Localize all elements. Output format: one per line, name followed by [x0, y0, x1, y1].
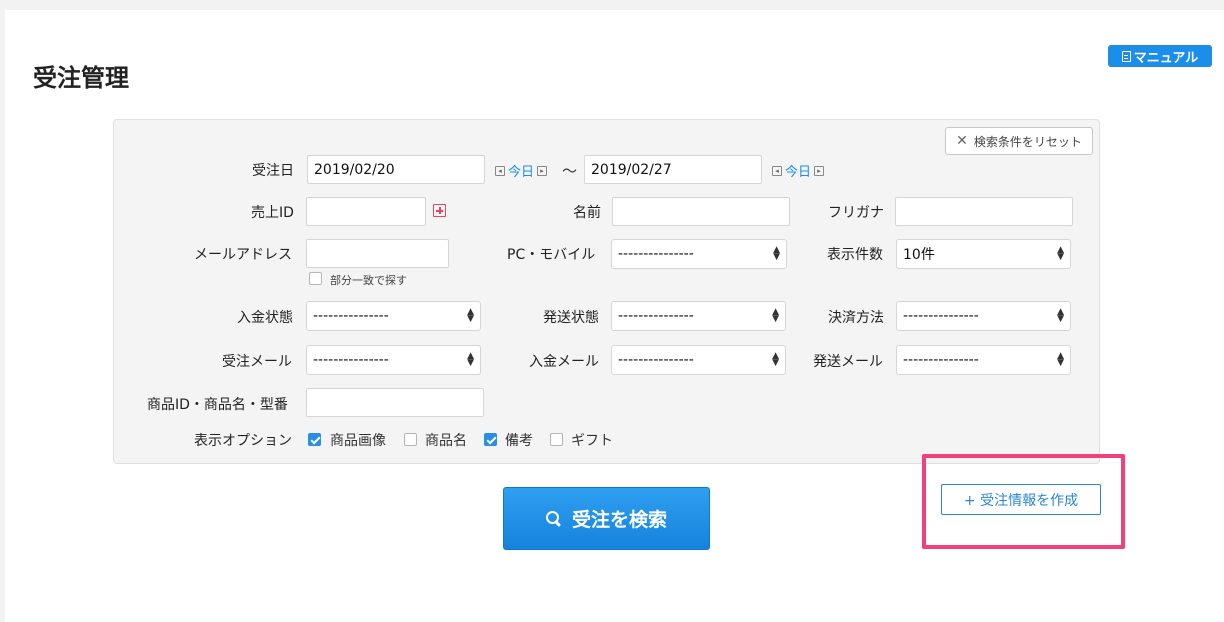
email-label: メールアドレス [194, 247, 292, 263]
search-panel: ✕ 検索条件をリセット 受注日 2019/02/20 ◂ 今日 ▸ 〜 2019… [113, 119, 1100, 464]
search-orders-label: 受注を検索 [571, 509, 667, 531]
document-icon [1121, 50, 1131, 62]
option-product-image-checkbox[interactable] [308, 433, 321, 446]
shipping-mail-select-value: --------------- [903, 352, 979, 368]
select-arrows-icon: ▲ ▼ [1057, 307, 1064, 324]
reset-search-label: 検索条件をリセット [973, 134, 1082, 149]
furigana-label: フリガナ [828, 205, 884, 221]
order-date-from-input[interactable]: 2019/02/20 [307, 155, 485, 184]
select-arrows-icon: ▲ ▼ [467, 351, 474, 368]
today-link-from-label: 今日 [508, 165, 535, 180]
sale-id-input[interactable] [306, 197, 426, 226]
arrow-right-icon: ▸ [537, 165, 548, 176]
today-link-to[interactable]: ◂ 今日 ▸ [772, 161, 825, 180]
display-count-label: 表示件数 [827, 247, 883, 263]
option-gift-checkbox[interactable] [550, 433, 563, 446]
payment-status-label: 入金状態 [237, 310, 293, 326]
reset-search-button[interactable]: ✕ 検索条件をリセット [945, 127, 1093, 155]
shipping-mail-label: 発送メール [813, 354, 883, 370]
sale-id-label: 売上ID [251, 205, 294, 221]
partial-match-checkbox[interactable] [309, 272, 322, 285]
close-icon: ✕ [956, 133, 968, 149]
order-mail-label: 受注メール [222, 354, 292, 370]
select-arrows-icon: ▲ ▼ [773, 245, 780, 262]
order-mail-select-value: --------------- [313, 352, 389, 368]
payment-method-label: 決済方法 [828, 310, 884, 326]
search-icon [545, 510, 562, 527]
furigana-input[interactable] [895, 197, 1073, 226]
partial-match-label: 部分一致で探す [330, 274, 407, 287]
shipping-status-select-value: --------------- [618, 308, 694, 324]
payment-method-select-value: --------------- [903, 308, 979, 324]
name-label: 名前 [573, 205, 601, 221]
payment-status-select-value: --------------- [313, 308, 389, 324]
payment-mail-label: 入金メール [529, 354, 599, 370]
device-label: PC・モバイル [507, 247, 596, 263]
option-gift-label: ギフト [571, 433, 613, 449]
today-link-to-label: 今日 [785, 165, 812, 180]
display-count-select-value: 10件 [903, 247, 935, 263]
payment-mail-select[interactable]: --------------- ▲ ▼ [611, 345, 786, 375]
date-range-separator: 〜 [562, 162, 578, 180]
order-date-label: 受注日 [252, 163, 294, 179]
create-order-button[interactable]: + 受注情報を作成 [941, 484, 1101, 515]
product-input[interactable] [306, 388, 484, 417]
select-arrows-icon: ▲ ▼ [1057, 351, 1064, 368]
option-remarks-checkbox[interactable] [484, 433, 497, 446]
arrow-left-icon: ◂ [772, 165, 782, 176]
manual-button-label: マニュアル [1133, 50, 1199, 66]
device-select-value: --------------- [618, 246, 694, 262]
main-content: 受注管理 マニュアル ✕ 検索条件をリセット 受注日 2019/02/20 ◂ … [5, 10, 1224, 622]
option-remarks-label: 備考 [505, 433, 533, 449]
today-link-from[interactable]: ◂ 今日 ▸ [495, 161, 548, 180]
arrow-left-icon: ◂ [495, 165, 505, 176]
add-icon[interactable] [433, 204, 446, 217]
email-input[interactable] [306, 239, 449, 268]
display-count-select[interactable]: 10件 ▲ ▼ [896, 239, 1071, 269]
order-mail-select[interactable]: --------------- ▲ ▼ [306, 345, 481, 375]
select-arrows-icon: ▲ ▼ [1057, 245, 1064, 262]
option-product-name-label: 商品名 [425, 433, 467, 449]
payment-mail-select-value: --------------- [618, 352, 694, 368]
product-label: 商品ID・商品名・型番 [147, 397, 288, 413]
device-select[interactable]: --------------- ▲ ▼ [611, 239, 787, 269]
arrow-right-icon: ▸ [814, 165, 825, 176]
select-arrows-icon: ▲ ▼ [772, 307, 779, 324]
shipping-status-label: 発送状態 [543, 310, 599, 326]
option-product-name-checkbox[interactable] [404, 433, 417, 446]
option-product-image-label: 商品画像 [330, 433, 386, 449]
shipping-status-select[interactable]: --------------- ▲ ▼ [611, 301, 786, 331]
name-input[interactable] [612, 197, 790, 226]
select-arrows-icon: ▲ ▼ [467, 307, 474, 324]
payment-method-select[interactable]: --------------- ▲ ▼ [896, 301, 1071, 331]
payment-status-select[interactable]: --------------- ▲ ▼ [306, 301, 481, 331]
page-title: 受注管理 [33, 64, 129, 92]
order-date-to-input[interactable]: 2019/02/27 [584, 155, 762, 184]
select-arrows-icon: ▲ ▼ [772, 351, 779, 368]
display-options-label: 表示オプション [194, 433, 292, 449]
manual-button[interactable]: マニュアル [1108, 45, 1212, 67]
search-orders-button[interactable]: 受注を検索 [503, 487, 710, 550]
shipping-mail-select[interactable]: --------------- ▲ ▼ [896, 345, 1071, 375]
